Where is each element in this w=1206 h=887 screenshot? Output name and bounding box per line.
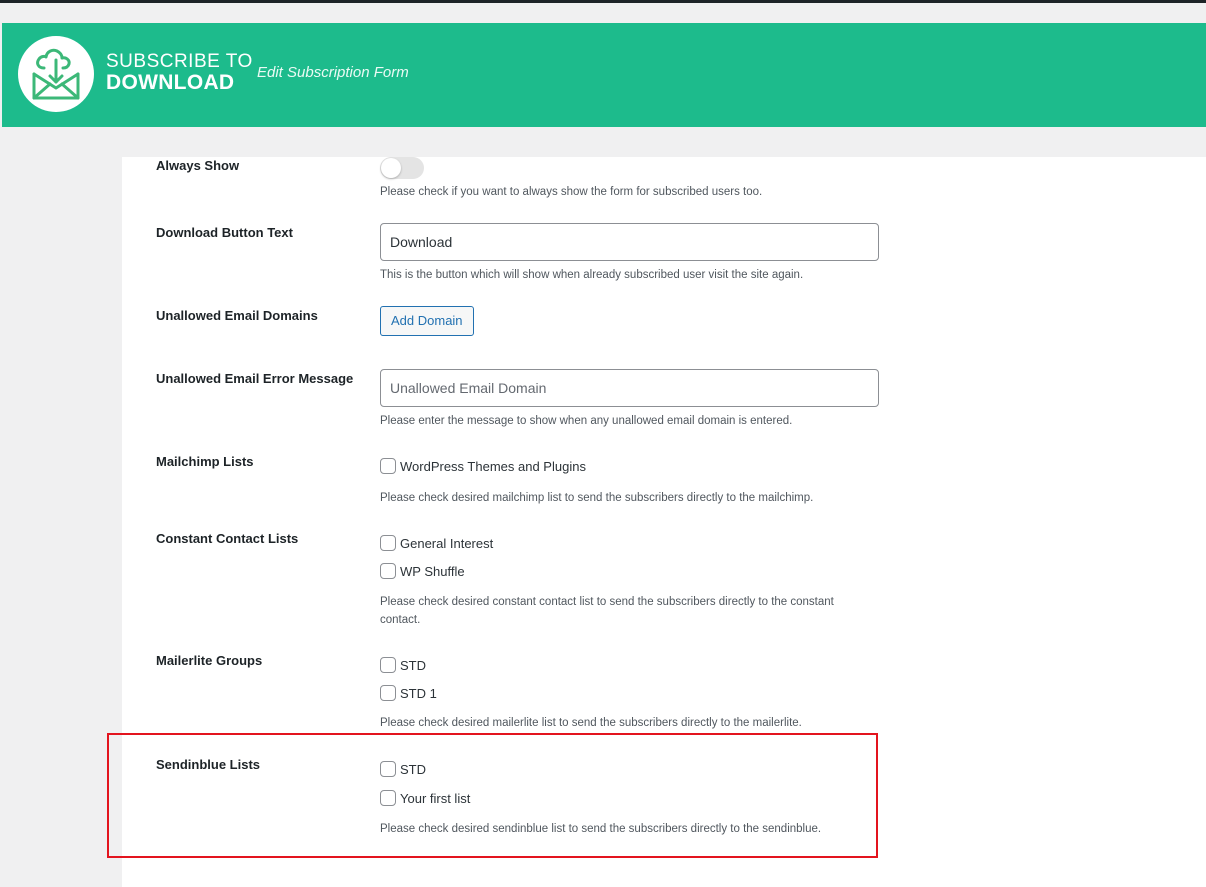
checkbox-label: General Interest <box>400 535 494 551</box>
plugin-logo <box>18 36 94 112</box>
mailerlite-option[interactable]: STD <box>380 656 426 674</box>
sendinblue-option[interactable]: Your first list <box>380 789 470 807</box>
sendinblue-description: Please check desired sendinblue list to … <box>380 823 822 835</box>
mailerlite-description: Please check desired mailerlite list to … <box>380 717 802 729</box>
checkbox[interactable] <box>380 790 396 806</box>
checkbox[interactable] <box>380 458 396 474</box>
checkbox-label: WordPress Themes and Plugins <box>400 458 586 474</box>
checkbox[interactable] <box>380 535 396 551</box>
mailchimp-label: Mailchimp Lists <box>156 454 254 469</box>
admin-top-bar <box>0 0 1206 3</box>
unallowed-error-label: Unallowed Email Error Message <box>156 371 354 386</box>
brand-line-2: DOWNLOAD <box>106 71 235 94</box>
constant-contact-option[interactable]: General Interest <box>380 534 493 552</box>
unallowed-error-description: Please enter the message to show when an… <box>380 415 793 427</box>
always-show-toggle[interactable] <box>380 157 424 179</box>
sendinblue-option[interactable]: STD <box>380 760 426 778</box>
sendinblue-label: Sendinblue Lists <box>156 757 261 772</box>
mailerlite-option[interactable]: STD 1 <box>380 684 437 702</box>
add-domain-button[interactable]: Add Domain <box>380 306 474 336</box>
constant-contact-description: Please check desired constant contact li… <box>380 596 834 626</box>
mailchimp-description: Please check desired mailchimp list to s… <box>380 492 814 504</box>
download-button-text-input[interactable] <box>380 223 879 261</box>
mailchimp-option[interactable]: WordPress Themes and Plugins <box>380 457 586 475</box>
brand-line-1: SUBSCRIBE TO <box>106 51 253 72</box>
plugin-brand: SUBSCRIBE TO DOWNLOAD <box>106 52 253 93</box>
constant-contact-option[interactable]: WP Shuffle <box>380 562 465 580</box>
checkbox[interactable] <box>380 563 396 579</box>
checkbox-label: STD <box>400 657 426 673</box>
unallowed-error-input[interactable] <box>380 369 879 407</box>
toggle-knob <box>381 158 401 178</box>
checkbox-label: STD 1 <box>400 685 437 701</box>
checkbox[interactable] <box>380 657 396 673</box>
checkbox[interactable] <box>380 685 396 701</box>
unallowed-domains-label: Unallowed Email Domains <box>156 308 318 323</box>
checkbox-label: Your first list <box>400 790 471 806</box>
checkbox-label: WP Shuffle <box>400 563 465 579</box>
download-button-text-description: This is the button which will show when … <box>380 269 804 281</box>
always-show-label: Always Show <box>156 158 240 173</box>
checkbox-label: STD <box>400 761 426 777</box>
constant-contact-label: Constant Contact Lists <box>156 531 299 546</box>
envelope-download-icon <box>32 48 80 100</box>
settings-panel: Always Show Please check if you want to … <box>122 157 1206 887</box>
checkbox[interactable] <box>380 761 396 777</box>
plugin-header: SUBSCRIBE TO DOWNLOAD Edit Subscription … <box>2 23 1206 127</box>
page-subtitle: Edit Subscription Form <box>257 64 409 81</box>
mailerlite-label: Mailerlite Groups <box>156 653 263 668</box>
download-button-text-label: Download Button Text <box>156 225 293 240</box>
always-show-description: Please check if you want to always show … <box>380 186 763 198</box>
